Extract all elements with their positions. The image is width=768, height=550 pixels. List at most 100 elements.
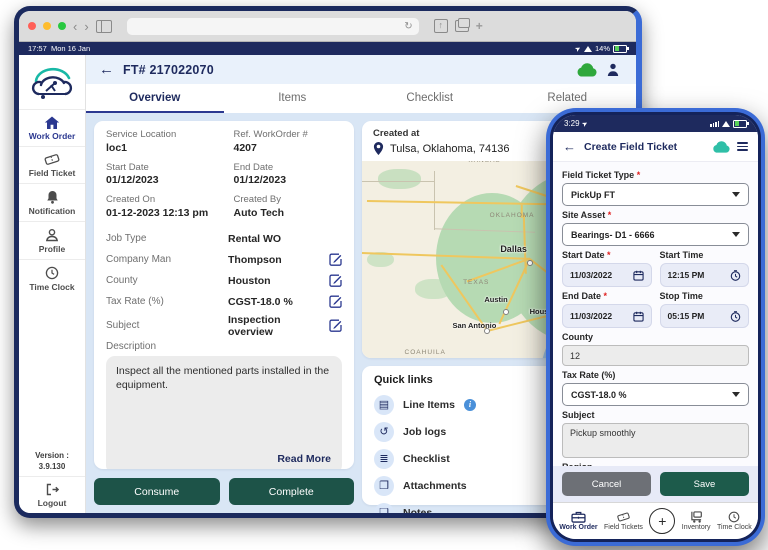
stopwatch-icon bbox=[730, 310, 741, 322]
browser-back-icon[interactable]: ‹ bbox=[73, 20, 77, 33]
menu-icon[interactable] bbox=[737, 141, 748, 152]
start-date-label: Start Date * bbox=[562, 250, 611, 260]
home-icon bbox=[44, 116, 60, 129]
edit-icon[interactable] bbox=[329, 253, 342, 266]
wifi-icon bbox=[722, 120, 730, 127]
nav-field-tickets[interactable]: Field Tickets bbox=[604, 511, 643, 531]
address-bar[interactable]: ↻ bbox=[126, 17, 419, 35]
share-icon[interactable]: ↑ bbox=[433, 19, 448, 33]
back-arrow-icon[interactable]: ← bbox=[99, 62, 114, 77]
maximize-window-icon[interactable] bbox=[58, 22, 66, 30]
map-label-kansas: KANSAS bbox=[468, 161, 500, 164]
sidebar-item-time-clock[interactable]: Time Clock bbox=[19, 259, 85, 297]
field-job-type: Job Type Rental WO bbox=[106, 232, 282, 245]
map-label-oklahoma: OKLAHOMA bbox=[489, 212, 535, 220]
read-more-link[interactable]: Read More bbox=[277, 452, 331, 466]
battery-icon bbox=[733, 119, 749, 128]
field-service-location: Service Location loc1 bbox=[106, 129, 177, 154]
battery-percent: 14% bbox=[594, 44, 610, 53]
complete-button[interactable]: Complete bbox=[228, 478, 354, 505]
tab-items[interactable]: Items bbox=[224, 84, 362, 113]
line-items-icon: ▤ bbox=[374, 394, 394, 415]
edit-icon[interactable] bbox=[329, 295, 342, 308]
tablet-status-bar: 17:57 Mon 16 Jan ➤ 14% bbox=[19, 42, 636, 55]
wifi-icon bbox=[583, 45, 592, 52]
form-action-bar: Cancel Save bbox=[553, 466, 758, 502]
phone-page-title: Create Field Ticket bbox=[584, 140, 678, 153]
browser-toolbar: ‹ › ↻ ↑ + bbox=[19, 11, 636, 42]
job-logs-icon: ↺ bbox=[374, 421, 394, 442]
location-arrow-icon: ➤ bbox=[580, 119, 590, 129]
description-label: Description bbox=[106, 340, 157, 352]
site-asset-select[interactable]: Bearings- D1 - 6666 bbox=[562, 223, 749, 246]
cloud-sync-icon[interactable] bbox=[576, 62, 597, 77]
create-new-button[interactable]: + bbox=[649, 508, 676, 534]
reload-icon[interactable]: ↻ bbox=[404, 21, 412, 32]
county-input[interactable]: 12 bbox=[562, 345, 749, 366]
map-label-dallas: Dallas bbox=[500, 243, 527, 254]
phone-header: ← Create Field Ticket bbox=[553, 132, 758, 162]
consume-button[interactable]: Consume bbox=[94, 478, 220, 505]
nav-work-order[interactable]: Work Order bbox=[559, 511, 598, 531]
subject-input[interactable]: Pickup smoothly bbox=[562, 423, 749, 458]
chevron-down-icon bbox=[732, 192, 740, 197]
minimize-window-icon[interactable] bbox=[43, 22, 51, 30]
hand-truck-icon bbox=[690, 511, 702, 523]
field-tax-rate: Tax Rate (%) CGST-18.0 % bbox=[106, 293, 342, 311]
sidebar-item-logout[interactable]: Logout bbox=[19, 476, 85, 513]
checklist-icon: ≣ bbox=[374, 448, 394, 469]
end-date-input[interactable]: 11/03/2022 bbox=[562, 304, 652, 328]
ticket-icon bbox=[44, 154, 60, 165]
sidebar-item-field-ticket[interactable]: Field Ticket bbox=[19, 146, 85, 183]
app-version: Version : 3.9.130 bbox=[35, 451, 69, 471]
tab-checklist[interactable]: Checklist bbox=[361, 84, 499, 113]
start-time-input[interactable]: 12:15 PM bbox=[659, 263, 749, 287]
create-field-ticket-form: Field Ticket Type * PickUp FT Site Asset… bbox=[553, 162, 758, 466]
sidebar-toggle-icon[interactable] bbox=[95, 19, 112, 33]
field-subject: Subject Inspection overview bbox=[106, 314, 342, 338]
sidebar-item-profile[interactable]: Profile bbox=[19, 221, 85, 259]
tabs-overview-icon[interactable] bbox=[454, 18, 470, 32]
subject-label: Subject bbox=[562, 410, 595, 420]
field-created-on: Created On 01-12-2023 12:13 pm bbox=[106, 194, 209, 219]
field-ticket-type-select[interactable]: PickUp FT bbox=[562, 183, 749, 206]
work-order-details-card: Service Location loc1 Ref. WorkOrder #420… bbox=[94, 121, 354, 469]
site-asset-label: Site Asset * bbox=[562, 210, 612, 220]
sidebar: Work Order Field Ticket Notification Pro… bbox=[19, 55, 86, 513]
app-header: ← FT# 217022070 bbox=[86, 55, 636, 84]
nav-inventory[interactable]: Inventory bbox=[682, 511, 711, 531]
cloud-circuit-logo-icon bbox=[31, 67, 73, 99]
field-ref-workorder: Ref. WorkOrder #4207 bbox=[233, 129, 308, 154]
map-label-coahuila: COAHUILA bbox=[404, 349, 446, 357]
new-tab-icon[interactable]: + bbox=[476, 19, 483, 33]
signal-icon bbox=[710, 120, 719, 127]
end-date-label: End Date * bbox=[562, 291, 608, 301]
clock-icon bbox=[45, 266, 59, 280]
user-icon[interactable] bbox=[607, 63, 619, 76]
back-arrow-icon[interactable]: ← bbox=[563, 140, 576, 153]
sidebar-item-work-order[interactable]: Work Order bbox=[19, 109, 85, 146]
cancel-button[interactable]: Cancel bbox=[562, 472, 651, 496]
ticket-icon bbox=[617, 512, 630, 522]
edit-icon[interactable] bbox=[329, 319, 342, 332]
close-window-icon[interactable] bbox=[28, 22, 36, 30]
info-icon[interactable]: i bbox=[463, 398, 476, 411]
nav-time-clock[interactable]: Time Clock bbox=[717, 511, 752, 531]
map-label-austin: Austin bbox=[484, 294, 508, 304]
edit-icon[interactable] bbox=[329, 274, 342, 287]
chevron-down-icon bbox=[732, 392, 740, 397]
tax-rate-select[interactable]: CGST-18.0 % bbox=[562, 383, 749, 406]
field-county: County Houston bbox=[106, 272, 342, 290]
status-time-date: 17:57 Mon 16 Jan bbox=[28, 44, 91, 53]
field-start-date: Start Date 01/12/2023 bbox=[106, 161, 159, 187]
stop-time-input[interactable]: 05:15 PM bbox=[659, 304, 749, 328]
cloud-sync-icon[interactable] bbox=[712, 140, 730, 153]
description-box: Inspect all the mentioned parts installe… bbox=[106, 355, 342, 469]
battery-icon bbox=[613, 44, 629, 53]
browser-forward-icon[interactable]: › bbox=[84, 20, 88, 33]
save-button[interactable]: Save bbox=[660, 472, 749, 496]
start-date-input[interactable]: 11/03/2022 bbox=[562, 263, 652, 287]
location-arrow-icon: ➤ bbox=[574, 44, 583, 54]
sidebar-item-notification[interactable]: Notification bbox=[19, 183, 85, 221]
tab-overview[interactable]: Overview bbox=[86, 84, 224, 113]
